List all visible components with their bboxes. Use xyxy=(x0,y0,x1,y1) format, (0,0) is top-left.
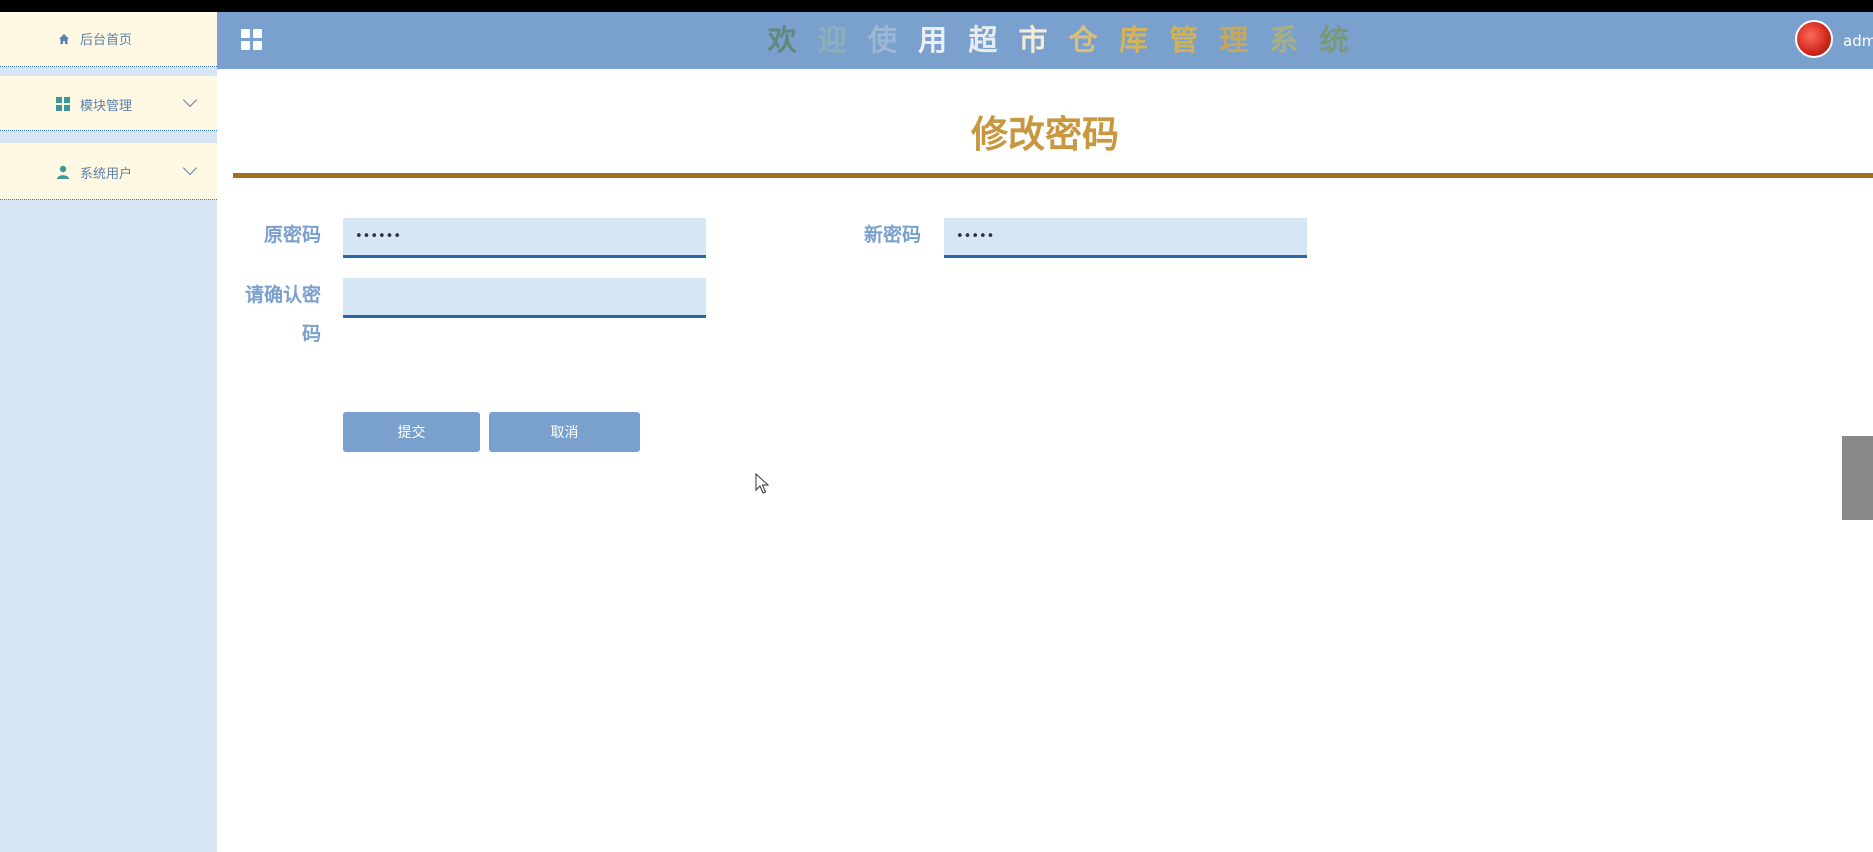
chevron-down-icon xyxy=(182,92,198,108)
confirm-password-label: 请确认密 xyxy=(244,284,321,306)
sidebar-item-label: 模块管理 xyxy=(80,99,133,114)
confirm-password-input[interactable] xyxy=(343,278,706,318)
home-icon xyxy=(57,32,71,46)
sidebar-item-home[interactable]: 后台首页 xyxy=(0,12,217,67)
sidebar-item-label: 后台首页 xyxy=(80,33,133,48)
scrollbar-thumb[interactable] xyxy=(1842,436,1873,520)
system-title-char: 用 xyxy=(918,23,948,57)
system-title-char: 仓 xyxy=(1068,23,1098,57)
system-title-char: 统 xyxy=(1319,23,1349,57)
confirm-password-label-cont: 码 xyxy=(301,323,321,345)
old-password-label: 原密码 xyxy=(263,224,321,246)
new-password-input[interactable] xyxy=(944,218,1307,258)
avatar[interactable] xyxy=(1795,20,1833,58)
system-title: 欢迎使用超市仓库管理系统 xyxy=(757,20,1359,60)
sidebar-item-users[interactable]: 系统用户 xyxy=(0,143,217,200)
title-divider xyxy=(233,173,1873,178)
sidebar-item-modules[interactable]: 模块管理 xyxy=(0,76,217,131)
sidebar: 后台首页 模块管理 系统用户 xyxy=(0,12,217,852)
system-title-char: 迎 xyxy=(817,23,847,57)
sidebar-item-label: 系统用户 xyxy=(80,167,133,182)
new-password-label: 新密码 xyxy=(863,224,921,246)
mouse-cursor-icon xyxy=(755,473,769,494)
system-title-char: 理 xyxy=(1219,23,1249,57)
system-title-char: 系 xyxy=(1269,23,1299,57)
user-name[interactable]: admin xyxy=(1843,32,1873,50)
menu-toggle-icon[interactable] xyxy=(241,29,263,51)
page-title: 修改密码 xyxy=(971,113,1119,156)
system-title-char: 超 xyxy=(968,23,998,57)
submit-button[interactable]: 提交 xyxy=(343,412,480,452)
system-title-char: 管 xyxy=(1169,23,1199,57)
cancel-button[interactable]: 取消 xyxy=(489,412,640,452)
window-top-strip xyxy=(0,0,1873,12)
system-title-char: 市 xyxy=(1018,23,1048,57)
system-title-char: 库 xyxy=(1118,23,1148,57)
system-title-char: 欢 xyxy=(767,23,797,57)
system-title-char: 使 xyxy=(867,23,897,57)
grid-icon xyxy=(56,97,70,111)
top-header: 欢迎使用超市仓库管理系统 admin xyxy=(217,12,1873,69)
old-password-input[interactable] xyxy=(343,218,706,258)
chevron-down-icon xyxy=(182,160,198,176)
user-icon xyxy=(56,165,70,179)
